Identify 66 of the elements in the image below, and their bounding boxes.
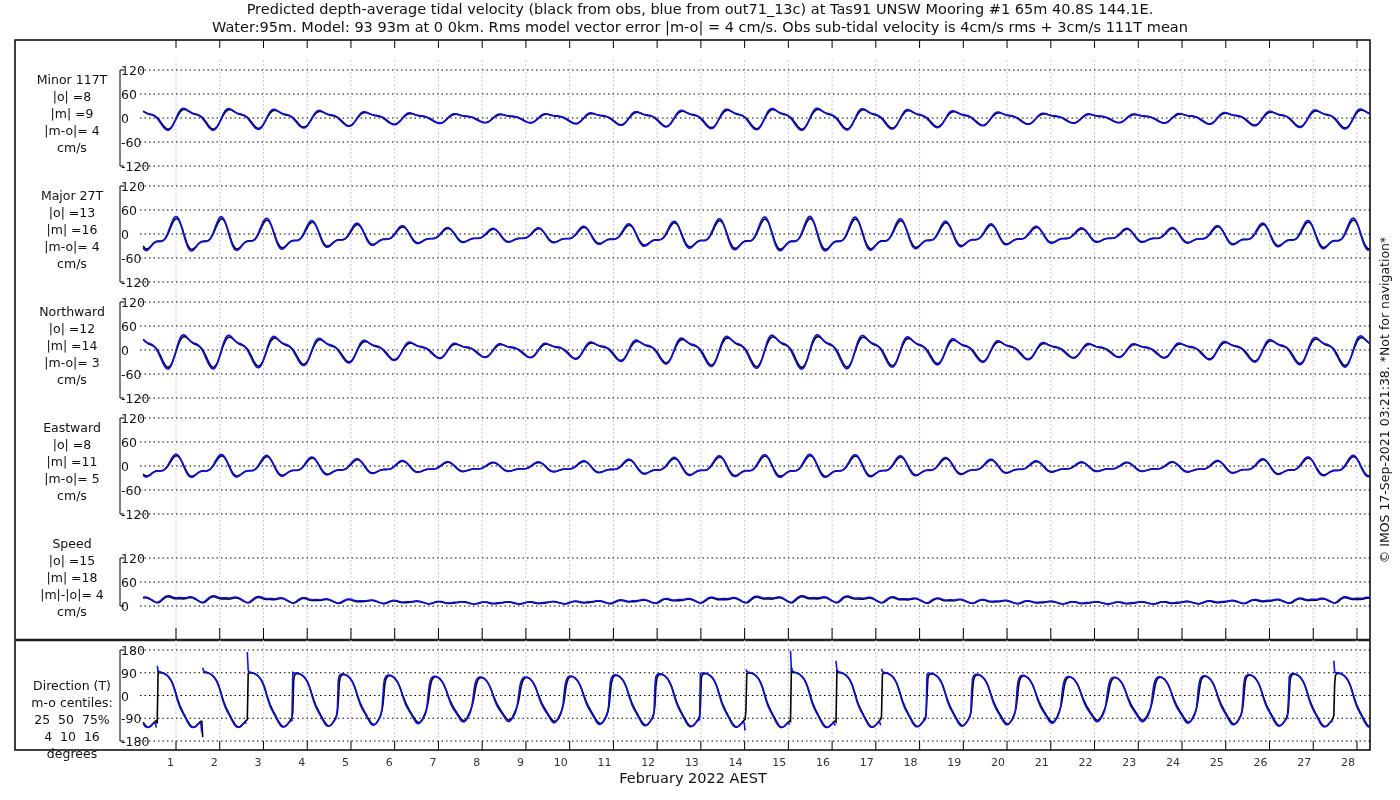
axis-tick-label: 28 xyxy=(1341,756,1355,769)
axis-tick-label: 22 xyxy=(1078,756,1093,769)
axis-tick-label: 120 xyxy=(121,551,145,566)
axis-tick-label: 0 xyxy=(121,688,129,704)
axis-tick-label: 11 xyxy=(597,756,612,769)
axis-tick-label: 60 xyxy=(121,87,137,102)
axis-tick-label: 7 xyxy=(429,756,437,769)
axis-tick-label: -60 xyxy=(121,483,142,498)
panel-label: Major 27T |o| =13 |m| =16 |m-o|= 4 cm/s xyxy=(40,188,104,271)
axis-tick-label: 0 xyxy=(121,599,129,614)
axis-tick-label: 1 xyxy=(167,756,174,769)
axis-tick-label: 14 xyxy=(728,756,743,769)
axis-tick-label: 2 xyxy=(210,756,218,769)
axis-tick-label: -120 xyxy=(121,275,150,290)
axis-tick-label: 10 xyxy=(553,756,568,769)
axis-tick-label: -120 xyxy=(121,507,150,522)
axis-tick-label: 8 xyxy=(473,756,481,769)
axis-tick-label: 6 xyxy=(385,756,393,769)
axis-tick-label: 60 xyxy=(121,575,137,590)
chart-title: Water:95m. Model: 93 93m at 0 0km. Rms model vector error |m-o| = 4 cm/s. Obs sub-tidal velocity is 4cm/s rms + 3cm/s 111T mean xyxy=(212,19,1188,35)
axis-tick-label: 15 xyxy=(772,756,787,769)
axis-tick-label: -90 xyxy=(121,711,142,727)
axis-tick-label: -60 xyxy=(121,135,142,150)
axis-tick-label: 5 xyxy=(341,756,349,769)
axis-tick-label: 120 xyxy=(121,295,145,310)
axis-tick-label: 0 xyxy=(121,227,129,242)
axis-tick-label: 60 xyxy=(121,203,137,218)
axis-tick-label: -60 xyxy=(121,251,142,266)
axis-tick-label: 18 xyxy=(903,756,918,769)
axis-tick-label: 9 xyxy=(516,756,524,769)
panel-label: Direction (T) m-o centiles: 25 50 75% 4 10 16 degrees xyxy=(31,678,113,761)
axis-tick-label: 26 xyxy=(1253,756,1268,769)
axis-tick-label: 25 xyxy=(1209,756,1224,769)
axis-tick-label: 4 xyxy=(298,756,306,769)
axis-tick-label: 0 xyxy=(121,111,129,126)
axis-tick-label: 20 xyxy=(991,756,1006,769)
axis-tick-label: 16 xyxy=(816,756,831,769)
axis-tick-label: -180 xyxy=(121,734,150,749)
axis-tick-label: 27 xyxy=(1297,756,1312,769)
axis-tick-label: 60 xyxy=(121,435,137,450)
footnote: © IMOS 17-Sep-2021 03:21:38. *Not for navigation* xyxy=(1377,236,1392,564)
axis-tick-label: 120 xyxy=(121,63,145,78)
panel-label: Speed |o| =15 |m| =18 |m|-|o|= 4 cm/s xyxy=(40,536,104,619)
axis-tick-label: 13 xyxy=(684,756,699,769)
axis-tick-label: -120 xyxy=(121,391,150,406)
x-axis-label: February 2022 AEST xyxy=(619,770,767,786)
panel-label: Minor 117T |o| =8 |m| =9 |m-o|= 4 cm/s xyxy=(36,72,108,155)
panel-label: Northward |o| =12 |m| =14 |m-o|= 3 cm/s xyxy=(39,304,105,387)
chart-title: Predicted depth-average tidal velocity (black from obs, blue from out71_13c) at Tas91 UNSW Mooring #1 65m 40.8S 144.1E. xyxy=(246,1,1154,17)
axis-tick-label: 90 xyxy=(121,665,137,681)
axis-tick-label: 0 xyxy=(121,459,129,474)
axis-tick-label: -60 xyxy=(121,367,142,382)
axis-tick-label: 17 xyxy=(859,756,874,769)
axis-tick-label: 3 xyxy=(254,756,262,769)
axis-tick-label: 23 xyxy=(1122,756,1137,769)
axis-tick-label: 0 xyxy=(121,343,129,358)
axis-tick-label: 120 xyxy=(121,411,145,426)
axis-tick-label: 60 xyxy=(121,319,137,334)
axis-tick-label: 24 xyxy=(1166,756,1180,769)
axis-tick-label: 120 xyxy=(121,179,145,194)
axis-tick-label: -120 xyxy=(121,159,150,174)
axis-tick-label: 21 xyxy=(1034,756,1049,769)
axis-tick-label: 180 xyxy=(121,643,145,658)
axis-tick-label: 12 xyxy=(641,756,656,769)
panel-label: Eastward |o| =8 |m| =11 |m-o|= 5 cm/s xyxy=(43,420,101,503)
axis-tick-label: 19 xyxy=(947,756,962,769)
